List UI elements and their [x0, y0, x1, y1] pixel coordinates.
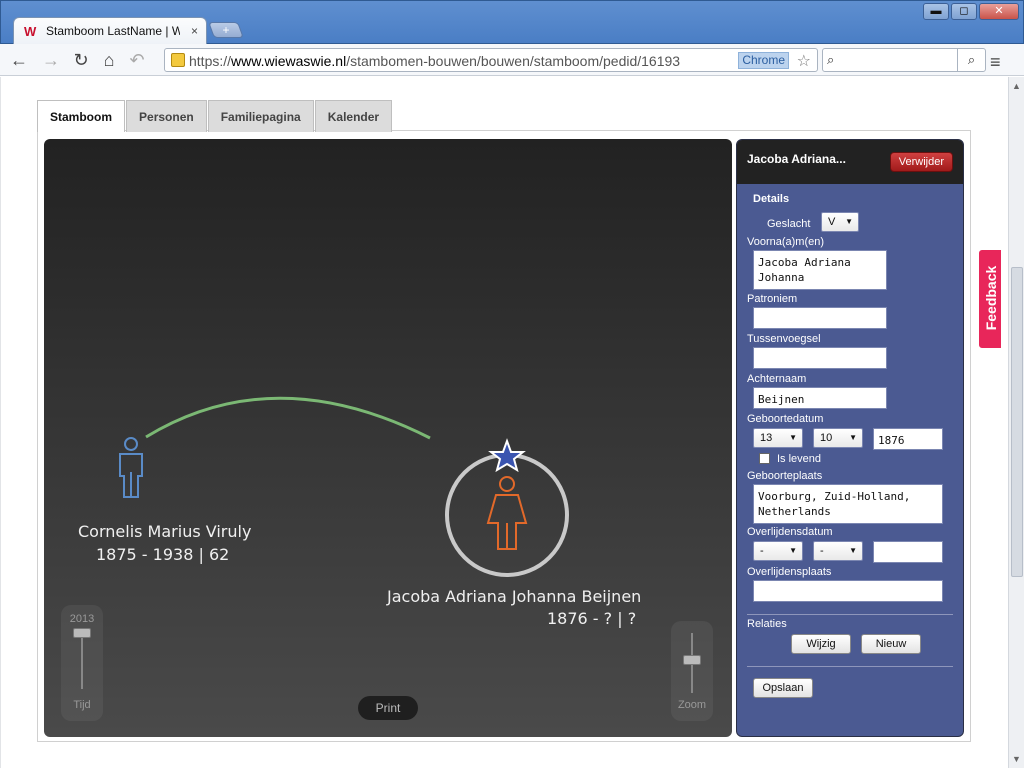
family-tree-canvas[interactable]: Cornelis Marius Viruly 1875 - 1938 | 62 … [44, 139, 732, 737]
panel-header: Jacoba Adriana... Verwijder [737, 140, 963, 184]
gender-select[interactable]: V ▼ [821, 212, 859, 232]
relations-label: Relaties [747, 618, 787, 630]
close-window-button[interactable]: ✕ [979, 3, 1019, 20]
tab-personen[interactable]: Personen [126, 100, 207, 132]
patronym-field[interactable] [753, 307, 887, 329]
scroll-down-icon[interactable]: ▼ [1012, 754, 1021, 764]
birthplace-label: Geboorteplaats [747, 470, 823, 482]
zoom-knob[interactable] [683, 655, 701, 665]
lastname-field[interactable]: Beijnen [753, 387, 887, 409]
female-person-icon [486, 476, 528, 550]
lastname-label: Achternaam [747, 373, 807, 385]
address-bar[interactable]: https://www.wiewaswie.nl/stambomen-bouwe… [164, 48, 818, 72]
death-day-select[interactable]: - ▼ [753, 541, 803, 561]
infix-label: Tussenvoegsel [747, 333, 821, 345]
browser-menu-icon[interactable]: ≡ [990, 52, 1001, 73]
page-tabs: Stamboom Personen Familiepagina Kalender [37, 100, 393, 132]
reload-icon[interactable]: ↻ [70, 49, 92, 71]
site-favicon-icon: W [24, 24, 37, 39]
browser-tab[interactable]: W Stamboom LastName | Wi × [13, 17, 207, 45]
window-controls: ▬ ◻ ✕ [923, 3, 1019, 21]
scroll-up-icon[interactable]: ▲ [1012, 81, 1021, 91]
divider [747, 614, 953, 615]
time-label: Tijd [73, 699, 91, 711]
birth-year-field[interactable]: 1876 [873, 428, 943, 450]
scrollbar-thumb[interactable] [1011, 267, 1023, 577]
address-text: https://www.wiewaswie.nl/stambomen-bouwe… [189, 53, 681, 69]
is-alive-label: Is levend [777, 453, 822, 465]
tree-graphics [119, 396, 569, 577]
zoom-label: Zoom [677, 699, 707, 711]
chrome-badge: Chrome [738, 52, 789, 69]
birthplace-field[interactable]: Voorburg, Zuid-Holland, Netherlands [753, 484, 943, 524]
time-knob[interactable] [73, 628, 91, 638]
chevron-down-icon: ▼ [849, 546, 857, 555]
time-value: 2013 [69, 613, 95, 625]
search-go-icon[interactable]: ⌕ [957, 49, 985, 71]
person-details-panel: Jacoba Adriana... Verwijder Details Gesl… [736, 139, 964, 737]
person2-dates: 1876 - ? | ? [547, 609, 637, 628]
tab-familiepagina[interactable]: Familiepagina [207, 100, 314, 132]
edit-relations-button[interactable]: Wijzig [791, 634, 851, 654]
home-icon[interactable]: ⌂ [98, 49, 120, 71]
death-year-field[interactable] [873, 541, 943, 563]
is-alive-checkbox[interactable] [759, 453, 770, 464]
browser-toolbar: ← → ↻ ⌂ ↶ https://www.wiewaswie.nl/stamb… [0, 44, 1024, 76]
time-track[interactable] [81, 629, 83, 689]
undo-icon[interactable]: ↶ [126, 49, 148, 71]
firstnames-label: Voorna(a)m(en) [747, 236, 825, 248]
save-button[interactable]: Opslaan [753, 678, 813, 698]
male-person-icon [119, 437, 143, 498]
birthdate-label: Geboortedatum [747, 413, 824, 425]
search-box[interactable]: ⌕ ⌕ [822, 48, 986, 72]
panel-person-name: Jacoba Adriana... [747, 152, 846, 166]
feedback-label: Feedback [983, 265, 999, 331]
delete-button[interactable]: Verwijder [889, 152, 953, 172]
new-tab-button[interactable]: + [208, 22, 244, 38]
search-engine-icon: ⌕ [827, 52, 835, 67]
tab-kalender[interactable]: Kalender [314, 100, 393, 132]
time-slider[interactable]: 2013 Tijd [61, 605, 103, 721]
death-month-select[interactable]: - ▼ [813, 541, 863, 561]
birth-day-select[interactable]: 13 ▼ [753, 428, 803, 448]
details-title: Details [753, 193, 790, 205]
deathplace-label: Overlijdensplaats [747, 566, 832, 578]
deathdate-label: Overlijdensdatum [747, 526, 833, 538]
chevron-down-icon: ▼ [789, 546, 797, 555]
tab-stamboom[interactable]: Stamboom [37, 100, 126, 132]
infix-field[interactable] [753, 347, 887, 369]
chevron-down-icon: ▼ [789, 433, 797, 442]
patronym-label: Patroniem [747, 293, 798, 305]
gender-label: Geslacht [767, 218, 811, 230]
tab-close-icon[interactable]: × [191, 24, 198, 38]
tab-title: Stamboom LastName | Wi [46, 24, 180, 38]
new-relation-button[interactable]: Nieuw [861, 634, 921, 654]
selected-person-ring [445, 453, 569, 577]
feedback-button[interactable]: Feedback [978, 249, 1002, 349]
back-icon[interactable]: ← [8, 49, 30, 71]
page-scrollbar[interactable]: ▲ ▼ [1008, 77, 1024, 768]
divider [747, 666, 953, 667]
window-titlebar: W Stamboom LastName | Wi × + ▬ ◻ ✕ [0, 0, 1024, 45]
deathplace-field[interactable] [753, 580, 943, 602]
chevron-down-icon: ▼ [849, 433, 857, 442]
minimize-button[interactable]: ▬ [923, 3, 949, 20]
firstnames-field[interactable]: Jacoba Adriana Johanna [753, 250, 887, 290]
chevron-down-icon: ▼ [845, 217, 853, 226]
security-lock-icon [171, 53, 185, 67]
relation-arc [145, 396, 431, 440]
forward-icon[interactable]: → [40, 49, 62, 71]
bookmark-star-icon[interactable]: ☆ [797, 51, 811, 71]
zoom-slider[interactable]: Zoom [671, 621, 713, 721]
person1-name[interactable]: Cornelis Marius Viruly [78, 522, 251, 541]
person2-name[interactable]: Jacoba Adriana Johanna Beijnen [387, 587, 641, 606]
new-tab-icon: + [222, 23, 230, 37]
print-button[interactable]: Print [358, 696, 418, 720]
birth-month-select[interactable]: 10 ▼ [813, 428, 863, 448]
maximize-button[interactable]: ◻ [951, 3, 977, 20]
root-person-star-icon [488, 438, 526, 473]
person1-dates: 1875 - 1938 | 62 [96, 545, 230, 564]
